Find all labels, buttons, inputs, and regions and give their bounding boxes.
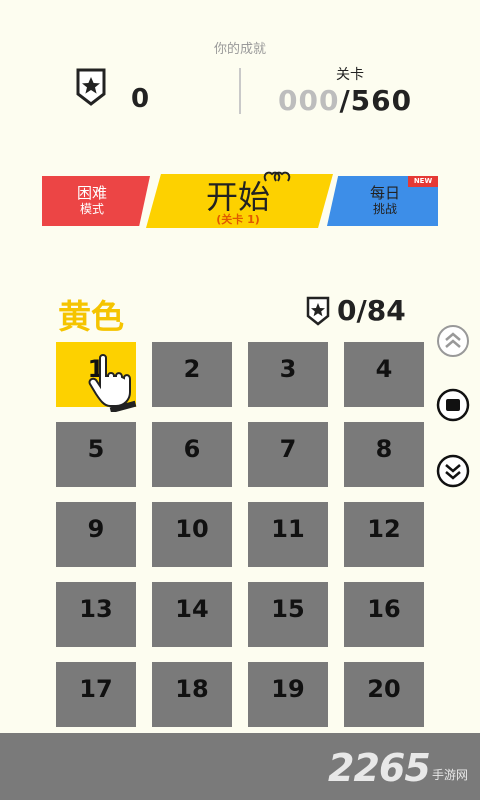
tap-hand-icon bbox=[88, 354, 137, 412]
level-cell[interactable]: 18 bbox=[152, 662, 232, 727]
level-count: 000/560 bbox=[278, 84, 412, 117]
level-cell[interactable]: 8 bbox=[344, 422, 424, 487]
header-divider bbox=[239, 68, 241, 114]
level-cell[interactable]: 16 bbox=[344, 582, 424, 647]
level-total: /560 bbox=[339, 84, 413, 117]
achievement-label: 你的成就 bbox=[213, 42, 266, 57]
level-done: 000 bbox=[278, 84, 340, 117]
level-cell[interactable]: 19 bbox=[248, 662, 328, 727]
level-cell[interactable]: 5 bbox=[56, 422, 136, 487]
daily-challenge-label[interactable]: 每日 挑战 bbox=[350, 184, 420, 217]
new-badge: NEW bbox=[408, 176, 438, 187]
level-cell[interactable]: 4 bbox=[344, 342, 424, 407]
watermark-sub: 手游网 bbox=[432, 768, 469, 782]
level-cell[interactable]: 12 bbox=[344, 502, 424, 567]
level-cell[interactable]: 13 bbox=[56, 582, 136, 647]
level-cell[interactable]: 9 bbox=[56, 502, 136, 567]
star-badge-icon bbox=[76, 68, 106, 106]
category-progress: 0/84 bbox=[337, 294, 406, 327]
level-cell[interactable]: 3 bbox=[248, 342, 328, 407]
scroll-down-button[interactable] bbox=[436, 454, 470, 488]
scroll-up-button[interactable] bbox=[436, 324, 470, 358]
start-level-sub: (关卡 1) bbox=[216, 213, 260, 226]
stop-button[interactable] bbox=[436, 388, 470, 422]
badge-count: 0 bbox=[131, 84, 150, 114]
level-cell[interactable]: 10 bbox=[152, 502, 232, 567]
hard-mode-label[interactable]: 困难 模式 bbox=[56, 184, 128, 217]
level-label: 关卡 bbox=[336, 67, 364, 83]
level-cell[interactable]: 20 bbox=[344, 662, 424, 727]
color-category-title: 黄色 bbox=[58, 297, 124, 336]
level-cell[interactable]: 2 bbox=[152, 342, 232, 407]
watermark-logo: 2265 bbox=[328, 746, 431, 790]
level-cell[interactable]: 7 bbox=[248, 422, 328, 487]
level-cell[interactable]: 17 bbox=[56, 662, 136, 727]
level-cell[interactable]: 6 bbox=[152, 422, 232, 487]
level-cell[interactable]: 14 bbox=[152, 582, 232, 647]
level-cell[interactable]: 11 bbox=[248, 502, 328, 567]
star-badge-icon bbox=[306, 296, 330, 326]
level-cell[interactable]: 15 bbox=[248, 582, 328, 647]
